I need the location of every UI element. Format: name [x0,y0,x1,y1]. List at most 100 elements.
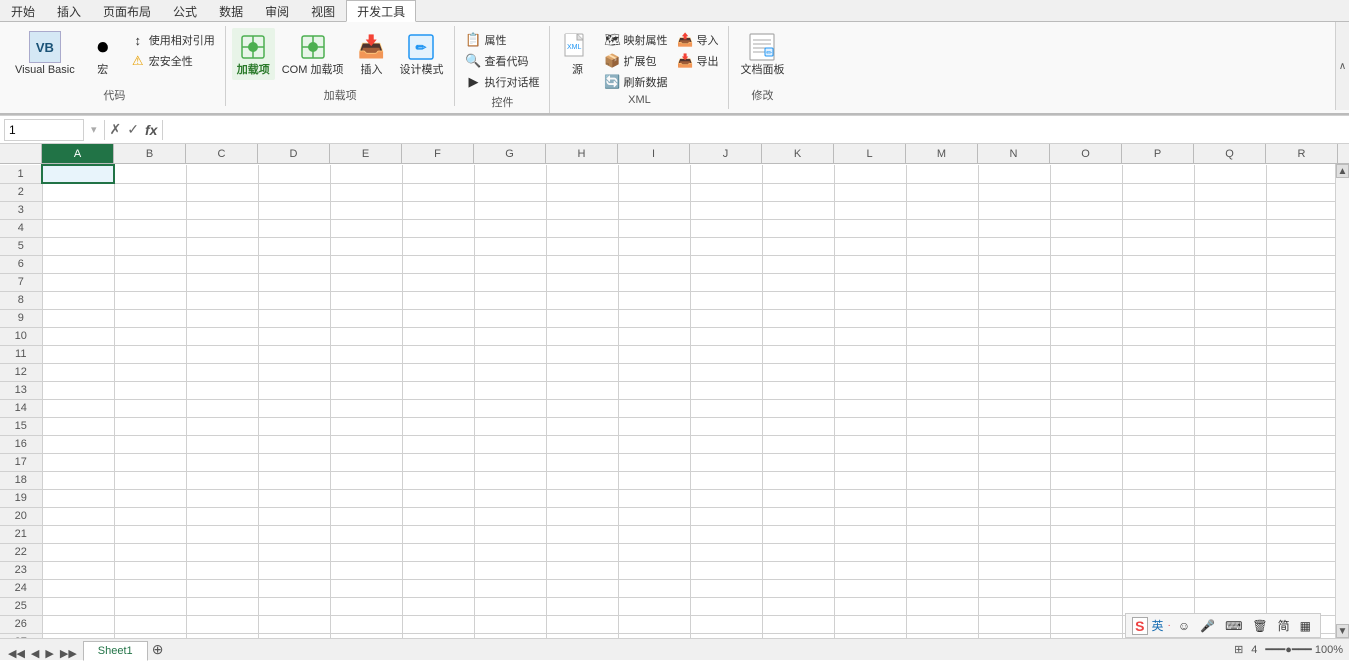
cell-P11[interactable] [1122,345,1194,363]
cell-E12[interactable] [330,363,402,381]
cell-I23[interactable] [618,561,690,579]
cell-K21[interactable] [762,525,834,543]
run-dialog-button[interactable]: ▶ 执行对话框 [461,72,543,92]
cell-D7[interactable] [258,273,330,291]
cell-I6[interactable] [618,255,690,273]
col-header-e[interactable]: E [330,144,402,163]
cell-H12[interactable] [546,363,618,381]
cell-E24[interactable] [330,579,402,597]
cell-K4[interactable] [762,219,834,237]
cell-P4[interactable] [1122,219,1194,237]
function-icon[interactable]: fx [142,121,160,139]
cell-A22[interactable] [42,543,114,561]
cell-R7[interactable] [1266,273,1335,291]
cell-R4[interactable] [1266,219,1335,237]
cell-K7[interactable] [762,273,834,291]
cell-O9[interactable] [1050,309,1122,327]
cell-N14[interactable] [978,399,1050,417]
cell-P21[interactable] [1122,525,1194,543]
cell-M4[interactable] [906,219,978,237]
insert-button[interactable]: 📥 插入 [350,28,392,80]
cell-H5[interactable] [546,237,618,255]
cell-Q9[interactable] [1194,309,1266,327]
cell-E14[interactable] [330,399,402,417]
cell-J2[interactable] [690,183,762,201]
cell-J6[interactable] [690,255,762,273]
cell-B12[interactable] [114,363,186,381]
cell-A16[interactable] [42,435,114,453]
cell-P15[interactable] [1122,417,1194,435]
col-header-b[interactable]: B [114,144,186,163]
cell-B9[interactable] [114,309,186,327]
cell-G14[interactable] [474,399,546,417]
cell-A2[interactable] [42,183,114,201]
cell-ref-box[interactable] [4,119,84,141]
cell-J21[interactable] [690,525,762,543]
cell-H9[interactable] [546,309,618,327]
cell-A25[interactable] [42,597,114,615]
cell-G6[interactable] [474,255,546,273]
cell-C17[interactable] [186,453,258,471]
cell-K14[interactable] [762,399,834,417]
cell-O14[interactable] [1050,399,1122,417]
cell-I1[interactable] [618,165,690,183]
cell-N18[interactable] [978,471,1050,489]
cell-K11[interactable] [762,345,834,363]
cell-Q7[interactable] [1194,273,1266,291]
cell-N23[interactable] [978,561,1050,579]
cell-O17[interactable] [1050,453,1122,471]
cell-G15[interactable] [474,417,546,435]
cell-Q14[interactable] [1194,399,1266,417]
cell-N20[interactable] [978,507,1050,525]
cell-J16[interactable] [690,435,762,453]
cell-O13[interactable] [1050,381,1122,399]
sheet-nav-prev[interactable]: ◀ [29,647,41,660]
cell-K12[interactable] [762,363,834,381]
cell-R14[interactable] [1266,399,1335,417]
tab-view[interactable]: 视图 [300,0,346,21]
cell-R19[interactable] [1266,489,1335,507]
cell-K16[interactable] [762,435,834,453]
cell-F16[interactable] [402,435,474,453]
cell-F18[interactable] [402,471,474,489]
cell-E25[interactable] [330,597,402,615]
cell-C3[interactable] [186,201,258,219]
cell-M13[interactable] [906,381,978,399]
cell-A15[interactable] [42,417,114,435]
cell-R16[interactable] [1266,435,1335,453]
cell-P5[interactable] [1122,237,1194,255]
cell-M16[interactable] [906,435,978,453]
sheet-tab-sheet1[interactable]: Sheet1 [83,641,148,661]
cell-E10[interactable] [330,327,402,345]
cell-G22[interactable] [474,543,546,561]
sheet-nav-left[interactable]: ◀◀ [6,647,27,660]
cell-G2[interactable] [474,183,546,201]
cell-I22[interactable] [618,543,690,561]
cell-B1[interactable] [114,165,186,183]
cell-E20[interactable] [330,507,402,525]
cell-A3[interactable] [42,201,114,219]
cell-B18[interactable] [114,471,186,489]
cell-A17[interactable] [42,453,114,471]
cell-I21[interactable] [618,525,690,543]
cell-L15[interactable] [834,417,906,435]
cell-M14[interactable] [906,399,978,417]
cell-K10[interactable] [762,327,834,345]
cell-C18[interactable] [186,471,258,489]
cell-H25[interactable] [546,597,618,615]
ime-delete-icon[interactable]: 🗑 [1249,618,1270,634]
cell-C10[interactable] [186,327,258,345]
cell-I10[interactable] [618,327,690,345]
cell-L25[interactable] [834,597,906,615]
cell-B6[interactable] [114,255,186,273]
sheet-add-button[interactable]: ⊕ [148,640,168,660]
cell-H7[interactable] [546,273,618,291]
cell-L26[interactable] [834,615,906,633]
cell-M22[interactable] [906,543,978,561]
cell-I7[interactable] [618,273,690,291]
cell-N7[interactable] [978,273,1050,291]
cell-G18[interactable] [474,471,546,489]
cell-E1[interactable] [330,165,402,183]
cell-O15[interactable] [1050,417,1122,435]
cell-G20[interactable] [474,507,546,525]
